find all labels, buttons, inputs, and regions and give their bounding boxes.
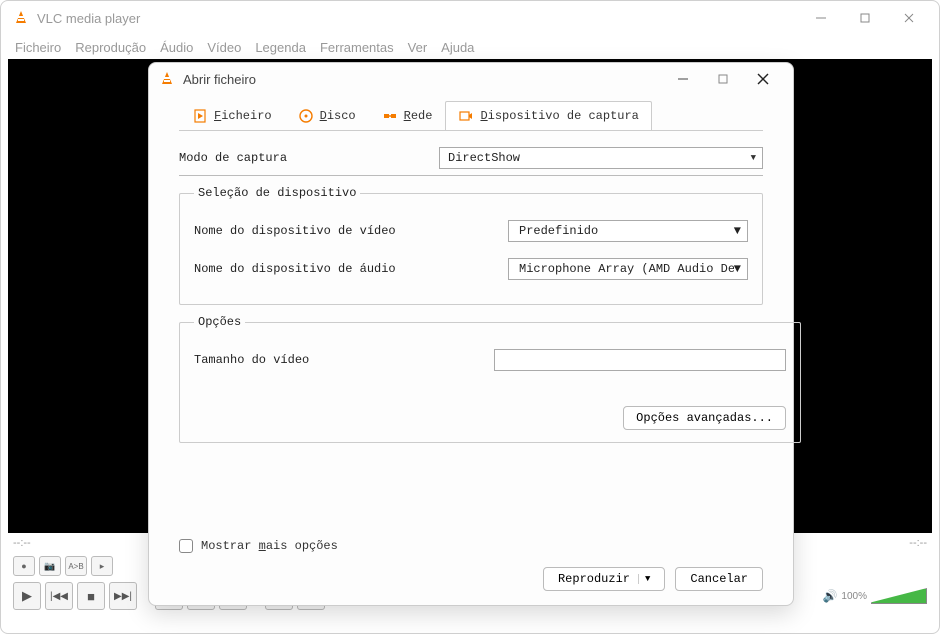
play-action-label: Reproduzir — [558, 572, 630, 586]
device-selection-group: Seleção de dispositivo Nome do dispositi… — [179, 186, 763, 305]
dialog-minimize-button[interactable] — [663, 65, 703, 93]
next-button[interactable]: ▶▶| — [109, 582, 137, 610]
dialog-maximize-button[interactable] — [703, 65, 743, 93]
main-titlebar: VLC media player — [1, 1, 939, 35]
dialog-footer: Mostrar mais opções Reproduzir ▼ Cancela… — [149, 529, 793, 605]
dialog-close-button[interactable] — [743, 65, 783, 93]
menu-audio[interactable]: Áudio — [160, 40, 193, 55]
open-file-dialog: Abrir ficheiro Ficheiro Disco — [148, 62, 794, 606]
time-elapsed: --:-- — [13, 537, 31, 549]
capture-mode-select[interactable]: DirectShow ▼ — [439, 147, 763, 169]
menu-video[interactable]: Vídeo — [207, 40, 241, 55]
main-minimize-button[interactable] — [799, 3, 843, 33]
show-more-label: Mostrar mais opções — [201, 539, 338, 553]
divider — [179, 175, 763, 176]
device-group-legend: Seleção de dispositivo — [194, 186, 360, 200]
options-group-legend: Opções — [194, 315, 245, 329]
frame-button[interactable]: ▸ — [91, 556, 113, 576]
tab-network[interactable]: Rede — [369, 101, 446, 130]
dialog-body: Modo de captura DirectShow ▼ Seleção de … — [149, 131, 793, 529]
main-title: VLC media player — [37, 11, 140, 26]
video-device-select[interactable]: Predefinido ▼ — [508, 220, 748, 242]
video-size-input[interactable] — [494, 349, 786, 371]
atob-button[interactable]: A>B — [65, 556, 87, 576]
capture-mode-value: DirectShow — [448, 151, 520, 165]
file-icon — [192, 108, 208, 124]
tab-file[interactable]: Ficheiro — [179, 101, 285, 130]
menu-ficheiro[interactable]: Ficheiro — [15, 40, 61, 55]
volume-slider[interactable] — [871, 588, 927, 604]
main-close-button[interactable] — [887, 3, 931, 33]
vlc-cone-icon — [13, 10, 29, 26]
tab-file-label-rest: icheiro — [221, 109, 271, 123]
main-menubar: Ficheiro Reprodução Áudio Vídeo Legenda … — [1, 35, 939, 59]
advanced-options-button[interactable]: Opções avançadas... — [623, 406, 786, 430]
play-action-button[interactable]: Reproduzir ▼ — [543, 567, 665, 591]
menu-reproducao[interactable]: Reprodução — [75, 40, 146, 55]
chevron-down-icon: ▼ — [751, 153, 756, 163]
record-button[interactable]: ● — [13, 556, 35, 576]
audio-device-value: Microphone Array (AMD Audio Device) — [519, 262, 734, 276]
options-group: Opções Tamanho do vídeo Opções avançadas… — [179, 315, 801, 443]
audio-device-label: Nome do dispositivo de áudio — [194, 262, 494, 276]
menu-legenda[interactable]: Legenda — [255, 40, 306, 55]
menu-ver[interactable]: Ver — [408, 40, 428, 55]
time-total: --:-- — [909, 537, 927, 549]
show-more-checkbox[interactable] — [179, 539, 193, 553]
main-maximize-button[interactable] — [843, 3, 887, 33]
prev-button[interactable]: |◀◀ — [45, 582, 73, 610]
network-icon — [382, 108, 398, 124]
menu-ajuda[interactable]: Ajuda — [441, 40, 474, 55]
disc-icon — [298, 108, 314, 124]
chevron-down-icon: ▼ — [638, 574, 650, 584]
dialog-title: Abrir ficheiro — [183, 72, 256, 87]
capture-icon — [458, 108, 474, 124]
menu-ferramentas[interactable]: Ferramentas — [320, 40, 394, 55]
volume-label: 100% — [841, 591, 867, 602]
stop-button[interactable]: ■ — [77, 582, 105, 610]
audio-device-select[interactable]: Microphone Array (AMD Audio Device) ▼ — [508, 258, 748, 280]
video-size-label: Tamanho do vídeo — [194, 353, 494, 367]
tab-capture[interactable]: Dispositivo de captura — [445, 101, 651, 130]
dialog-tabs: Ficheiro Disco Rede Dispositivo de captu… — [149, 95, 793, 130]
capture-mode-label: Modo de captura — [179, 151, 439, 165]
chevron-down-icon: ▼ — [734, 262, 741, 276]
play-button[interactable]: ▶ — [13, 582, 41, 610]
cancel-button[interactable]: Cancelar — [675, 567, 763, 591]
chevron-down-icon: ▼ — [734, 224, 741, 238]
video-device-label: Nome do dispositivo de vídeo — [194, 224, 494, 238]
tab-disc[interactable]: Disco — [285, 101, 369, 130]
snapshot-button[interactable]: 📷 — [39, 556, 61, 576]
speaker-icon[interactable]: 🔊 — [822, 589, 837, 603]
video-device-value: Predefinido — [519, 224, 598, 238]
dialog-titlebar: Abrir ficheiro — [149, 63, 793, 95]
vlc-cone-icon — [159, 71, 175, 87]
